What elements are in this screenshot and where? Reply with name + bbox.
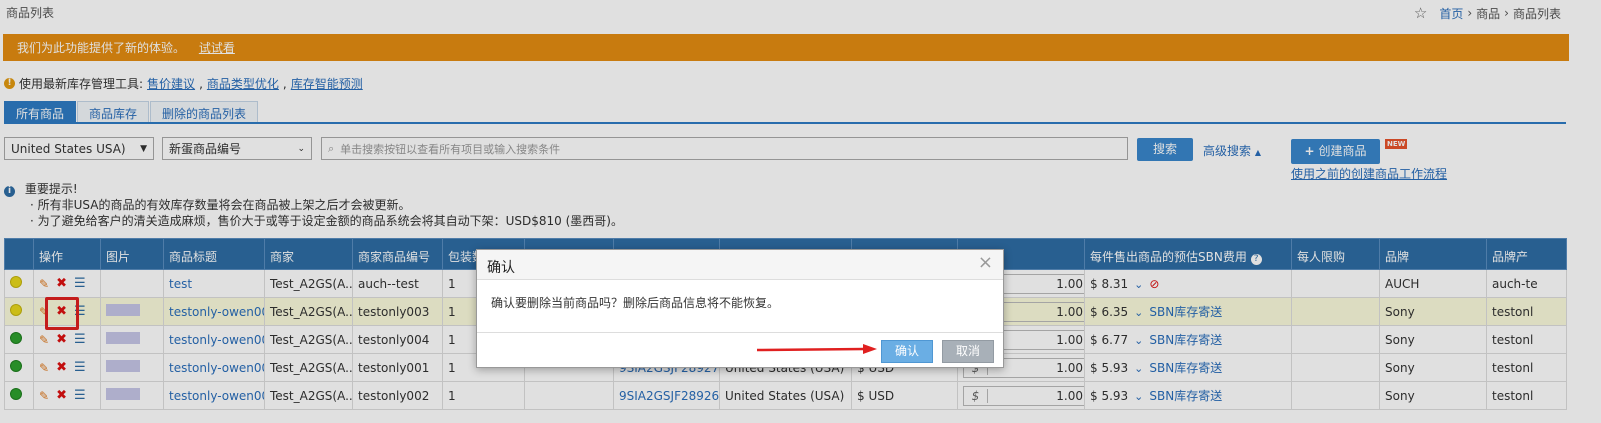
- close-icon[interactable]: ×: [978, 252, 993, 273]
- dialog-message: 确认要删除当前商品吗？删除后商品信息将不能恢复。: [477, 280, 1003, 333]
- confirm-delete-dialog: 确认 × 确认要删除当前商品吗？删除后商品信息将不能恢复。 确认 取消: [476, 249, 1004, 368]
- arrow-annotation-icon: [756, 344, 877, 354]
- cancel-button[interactable]: 取消: [942, 340, 994, 363]
- dialog-footer: 确认 取消: [477, 333, 1003, 368]
- confirm-button[interactable]: 确认: [881, 340, 933, 363]
- dialog-title: 确认: [487, 260, 515, 276]
- dialog-header: 确认 ×: [477, 250, 1003, 280]
